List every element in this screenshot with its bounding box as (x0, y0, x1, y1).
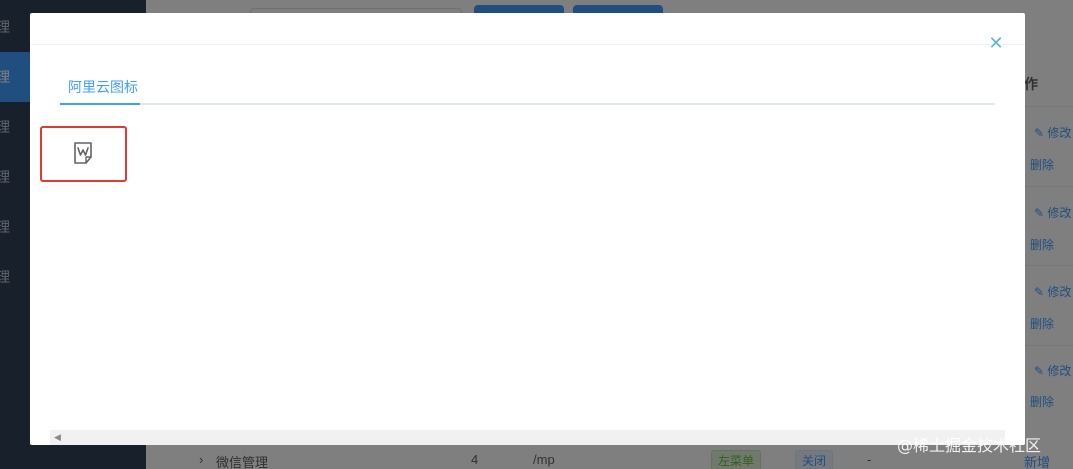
word-document-icon (74, 142, 92, 164)
tab-active-indicator (60, 103, 140, 105)
icon-picker-dialog: ✕ 阿里云图标 ◀ (30, 13, 1025, 445)
watermark: @稀土掘金技术社区 (897, 436, 1042, 455)
horizontal-scrollbar[interactable]: ◀ (50, 430, 1005, 445)
scroll-left-icon[interactable]: ◀ (54, 432, 61, 443)
dialog-header (30, 13, 1025, 45)
close-icon[interactable]: ✕ (988, 34, 1004, 52)
icon-option-selected[interactable] (40, 126, 127, 182)
tab-bar: 阿里云图标 (60, 75, 995, 105)
